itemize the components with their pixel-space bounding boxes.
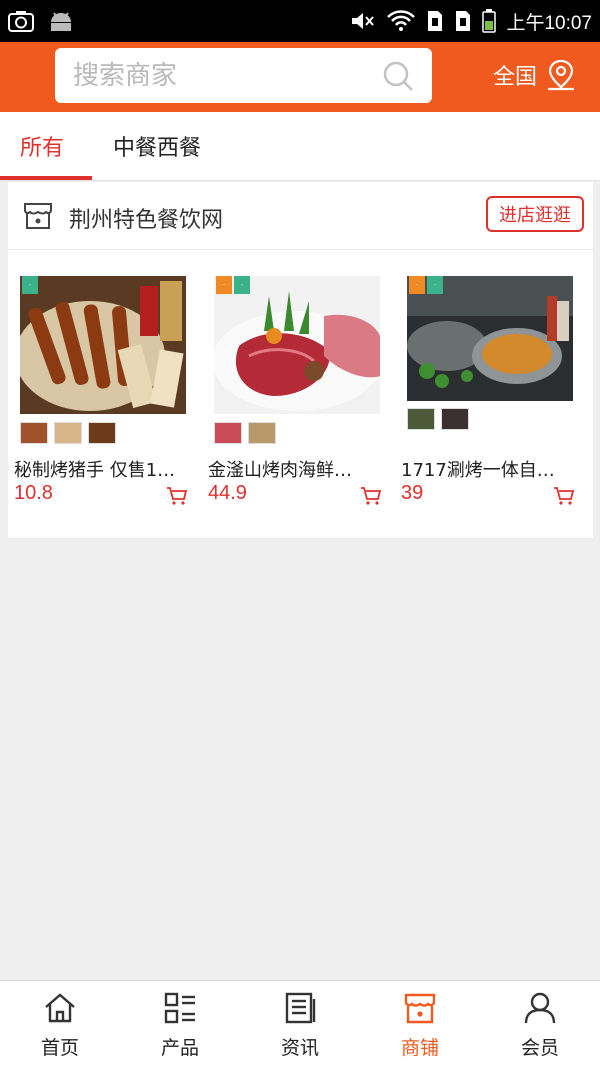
promo-tag-icon: · [427, 276, 443, 294]
nav-member[interactable]: 会员 [480, 981, 600, 1067]
product-price: 10.8 [14, 482, 53, 504]
region-label: 全国 [493, 65, 538, 90]
clock: 上午10:07 [506, 12, 592, 34]
news-icon [285, 992, 316, 1024]
product-card[interactable]: · · 金滏山烤肉海鲜… 44.9 [208, 276, 386, 516]
product-image[interactable]: · · [407, 276, 573, 401]
nav-label: 产品 [160, 1037, 199, 1059]
grid-list-icon [164, 992, 195, 1024]
sim-card-icon [456, 11, 471, 31]
divider [0, 180, 600, 181]
thumbnail-strip [214, 422, 276, 444]
nav-label: 资讯 [280, 1037, 319, 1059]
location-pin-icon [548, 59, 575, 91]
home-icon [45, 993, 75, 1023]
search-input[interactable] [73, 60, 373, 91]
nav-products[interactable]: 产品 [120, 981, 240, 1067]
nav-label: 商铺 [400, 1037, 439, 1059]
promo-tag-icon: · [216, 276, 232, 294]
product-price: 44.9 [208, 482, 247, 504]
tab-all[interactable]: 所有 [20, 130, 64, 162]
battery-icon [482, 9, 497, 33]
thumbnail[interactable] [88, 422, 116, 444]
promo-tag-icon: · [234, 276, 250, 294]
product-title[interactable]: 秘制烤猪手 仅售1… [14, 456, 186, 482]
thumbnail[interactable] [54, 422, 82, 444]
nav-home[interactable]: 首页 [0, 981, 120, 1067]
thumbnail[interactable] [20, 422, 48, 444]
header-bar: 全国 [0, 42, 600, 112]
promo-tag-icon: · [22, 276, 38, 294]
product-card[interactable]: · 秘制烤猪手 仅售1… 10.8 [14, 276, 192, 516]
tab-chinese-western[interactable]: 中餐西餐 [113, 130, 201, 162]
thumbnail-strip [407, 408, 469, 430]
storefront-icon [24, 203, 52, 229]
cart-icon[interactable] [360, 486, 382, 506]
thumbnail-strip [20, 422, 116, 444]
shop-header: 荆州特色餐饮网 进店逛逛 [8, 182, 593, 250]
shop-name[interactable]: 荆州特色餐饮网 [69, 202, 223, 234]
nav-label: 会员 [520, 1037, 559, 1059]
visit-shop-button[interactable]: 进店逛逛 [486, 196, 584, 232]
nav-shops[interactable]: 商铺 [360, 981, 480, 1067]
search-icon[interactable] [382, 60, 414, 92]
thumbnail[interactable] [407, 408, 435, 430]
nav-label: 首页 [40, 1037, 79, 1059]
status-bar: 上午10:07 [0, 0, 600, 42]
promo-tag-icon: · [409, 276, 425, 294]
nav-news[interactable]: 资讯 [240, 981, 360, 1067]
cart-icon[interactable] [553, 486, 575, 506]
search-box[interactable] [55, 48, 432, 103]
region-selector[interactable]: 全国 [493, 58, 577, 92]
android-icon [51, 12, 71, 31]
product-card[interactable]: · · 1717涮烤一体自… 39 [401, 276, 579, 516]
thumbnail[interactable] [248, 422, 276, 444]
product-title[interactable]: 1717涮烤一体自… [401, 456, 573, 482]
product-image[interactable]: · · [214, 276, 380, 414]
product-price: 39 [401, 482, 424, 504]
bottom-navigation: 首页 产品 资讯 商铺 会员 [0, 980, 600, 1067]
wifi-icon [387, 10, 416, 31]
mute-icon [352, 13, 375, 29]
product-image[interactable]: · [20, 276, 186, 414]
category-tabs: 所有 中餐西餐 [0, 112, 600, 180]
sim-card-icon [428, 11, 443, 31]
screenshot-icon [8, 11, 34, 32]
shop-icon [404, 993, 436, 1024]
cart-icon[interactable] [166, 486, 188, 506]
shop-card: 荆州特色餐饮网 进店逛逛 · 秘制烤猪手 仅售1… 10.8 · · 金滏山烤肉… [8, 182, 593, 538]
thumbnail[interactable] [441, 408, 469, 430]
product-title[interactable]: 金滏山烤肉海鲜… [208, 456, 380, 482]
user-icon [524, 992, 556, 1024]
thumbnail[interactable] [214, 422, 242, 444]
